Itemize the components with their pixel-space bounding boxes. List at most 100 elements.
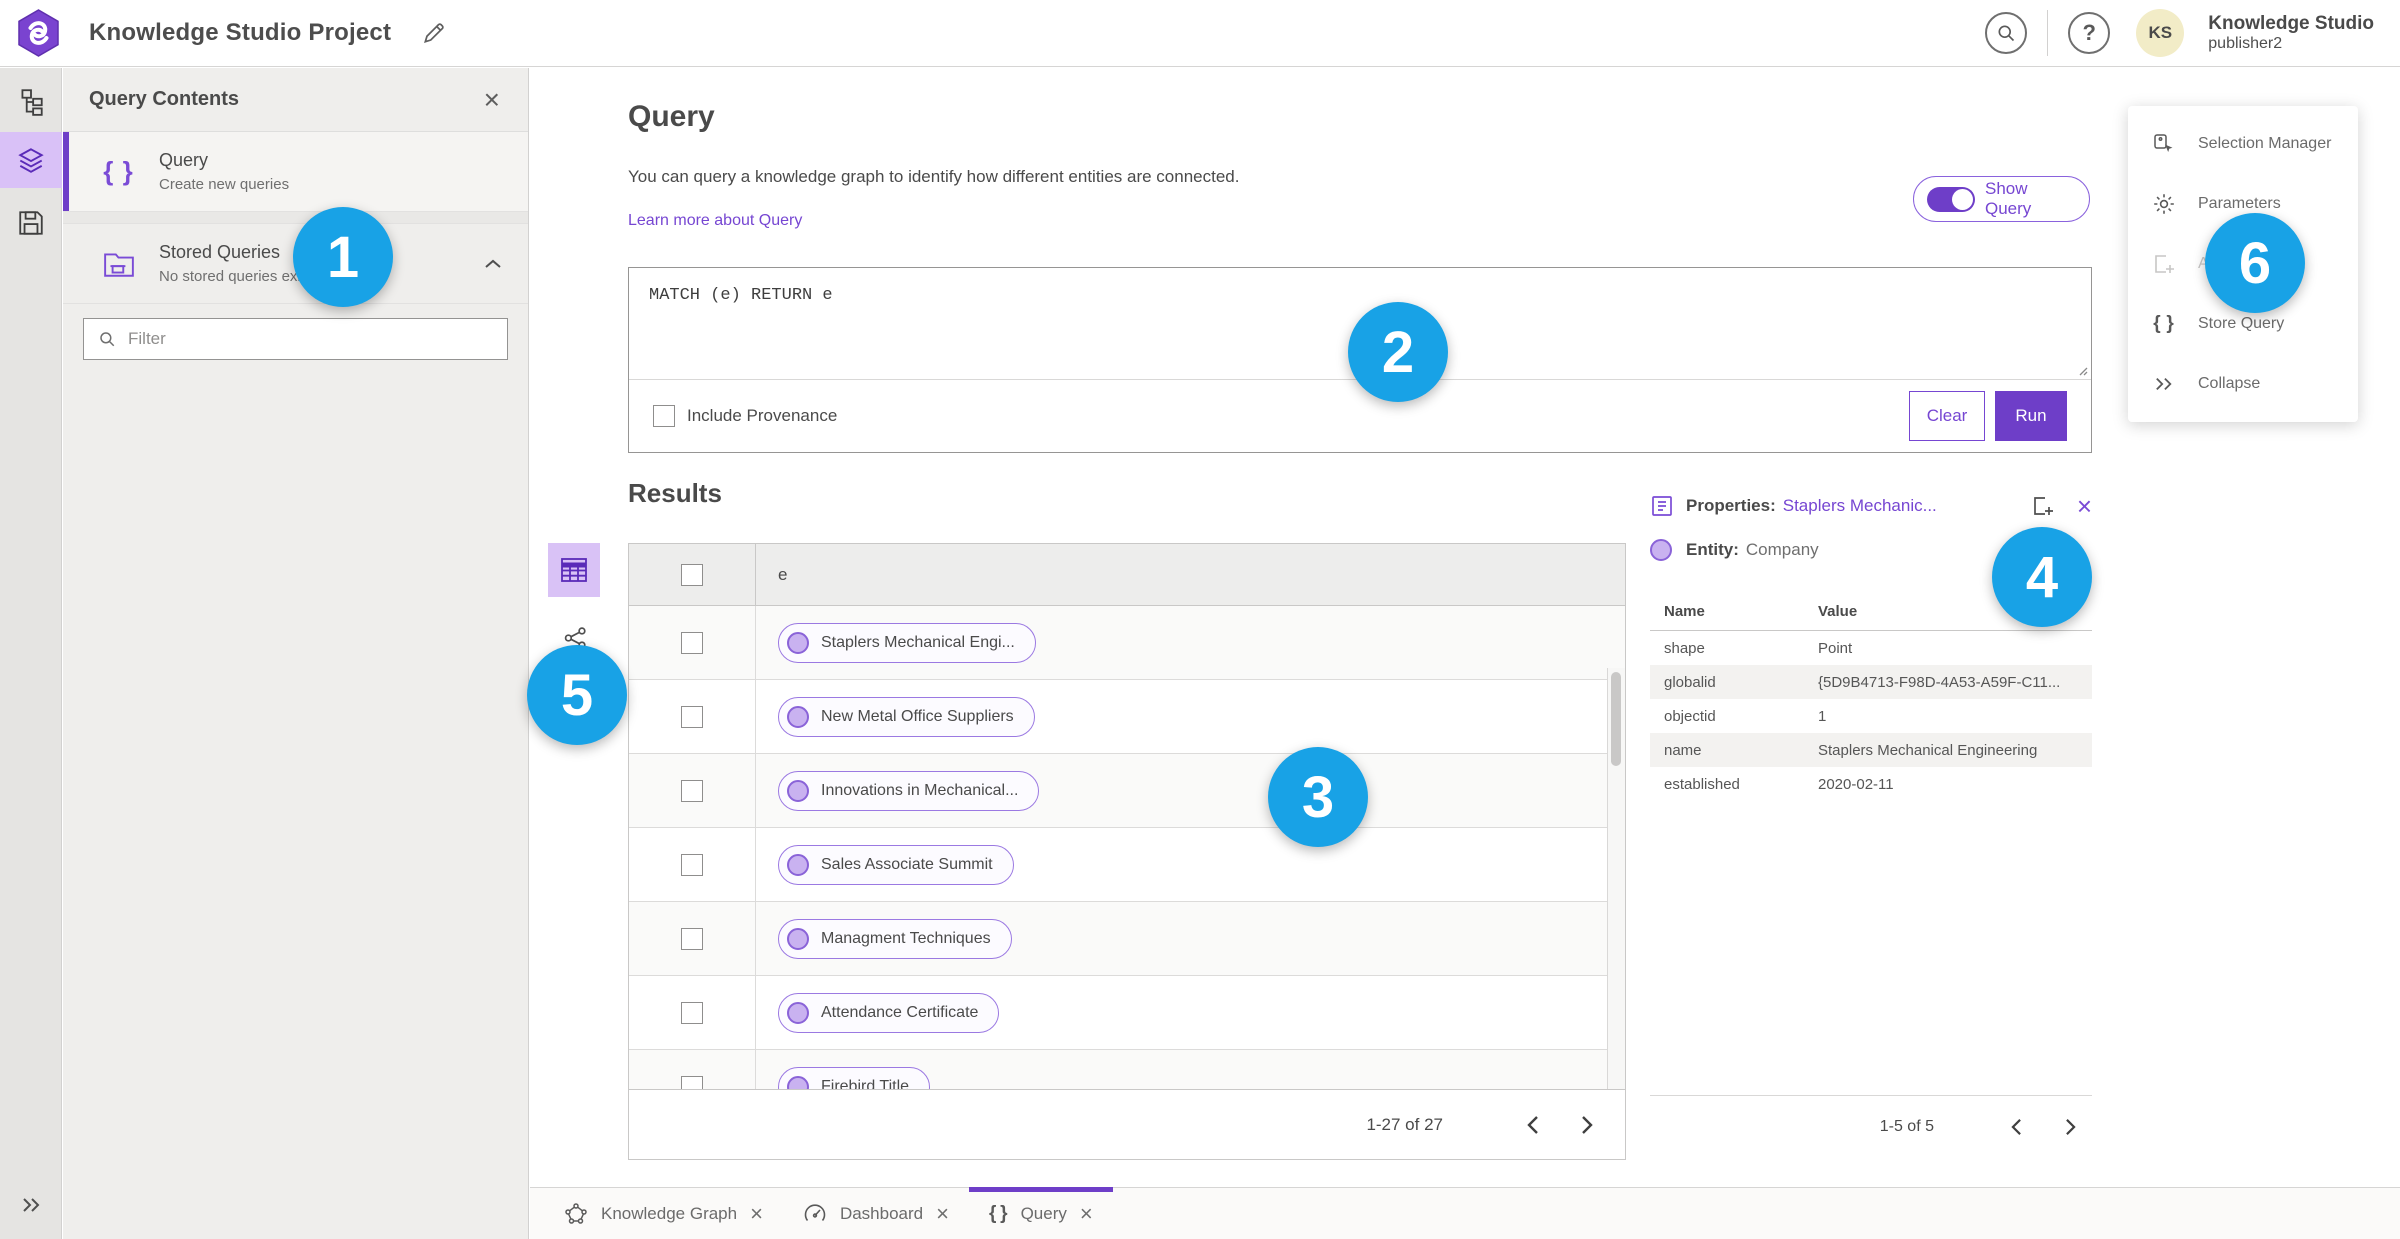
select-all-checkbox[interactable] [681,563,703,586]
close-tab-button[interactable]: × [1080,1202,1093,1225]
table-icon [561,558,587,582]
show-query-toggle[interactable]: Show Query [1913,176,2090,222]
previous-page-button[interactable] [1998,1109,2034,1145]
edit-title-button[interactable] [419,18,449,48]
entity-pill[interactable]: Innovations in Mechanical... [778,770,1040,811]
entity-pill[interactable]: New Metal Office Suppliers [778,696,1035,737]
braces-icon: { } [988,1202,1008,1224]
scrollbar-thumb[interactable] [1611,672,1621,766]
pagination-label: 1-27 of 27 [1366,1114,1443,1134]
table-row[interactable]: Staplers Mechanical Engi... [629,606,1625,680]
close-tab-button[interactable]: × [936,1202,949,1225]
previous-page-button[interactable] [1515,1107,1551,1143]
entity-dot-icon [787,853,809,876]
user-name: Knowledge Studio [2208,12,2374,34]
close-properties-button[interactable]: × [2077,493,2092,519]
tab-knowledge-graph[interactable]: Knowledge Graph × [544,1188,783,1239]
resize-grip-icon[interactable] [2076,364,2088,376]
query-actions-bar: Include Provenance Clear Run [629,379,2091,452]
double-chevron-right-icon [23,1198,40,1212]
tab-label: Dashboard [839,1203,924,1223]
entity-dot-icon [787,927,809,950]
app-logo-icon [16,9,61,57]
properties-entity-link[interactable]: Staplers Mechanic... [1783,496,1937,516]
row-checkbox[interactable] [681,1001,703,1024]
table-row[interactable]: Innovations in Mechanical... [629,754,1625,828]
rail-item-data-model[interactable] [0,74,62,130]
entity-type-dot-icon [1650,539,1672,561]
row-checkbox[interactable] [681,927,703,950]
results-pagination: 1-27 of 27 [629,1089,1625,1159]
toggle-knob [1952,188,1973,210]
table-row[interactable]: Attendance Certificate [629,976,1625,1050]
tab-query[interactable]: { } Query × [968,1187,1113,1239]
menu-item-label: Collapse [2198,375,2261,392]
dashboard-gauge-icon [803,1202,827,1226]
rail-item-layers[interactable] [0,132,62,188]
chevron-up-icon[interactable] [484,258,502,270]
annotation-callout-2: 2 [1348,302,1448,402]
annotation-callout-5: 5 [527,645,627,745]
include-provenance-checkbox[interactable] [653,405,675,427]
header-divider [2047,10,2049,56]
results-table: e Staplers Mechanical Engi... New Metal … [628,543,1626,1160]
entity-pill[interactable]: Sales Associate Summit [778,844,1014,885]
include-provenance-label: Include Provenance [687,406,838,425]
close-tab-button[interactable]: × [750,1202,763,1225]
tab-dashboard[interactable]: Dashboard × [783,1188,969,1239]
header-checkbox-cell [629,544,756,605]
entity-pill[interactable]: Attendance Certificate [778,992,1000,1033]
search-button[interactable] [1985,12,2028,54]
gear-icon [2150,192,2178,216]
page-title: Query [628,100,715,133]
filter-input[interactable] [128,329,493,349]
run-button[interactable]: Run [1995,391,2067,441]
next-page-button[interactable] [2052,1109,2088,1145]
expand-rail-button[interactable] [0,1185,62,1225]
entity-pill[interactable]: Staplers Mechanical Engi... [778,622,1036,663]
table-row[interactable]: Managment Techniques [629,902,1625,976]
close-panel-button[interactable]: × [484,85,500,114]
item-text: Stored Queries No stored queries exist [159,242,312,285]
help-button[interactable]: ? [2068,12,2111,54]
toggle-switch[interactable] [1927,186,1975,212]
results-scrollbar[interactable] [1607,668,1625,1090]
table-view-button[interactable] [548,543,600,597]
filter-field[interactable] [83,318,508,360]
sidebar-item-query[interactable]: { } Query Create new queries [63,132,528,212]
entity-dot-icon [787,1075,809,1090]
chevron-right-icon [2065,1118,2076,1135]
property-row: name Staplers Mechanical Engineering [1650,733,2092,767]
property-row: established 2020-02-11 [1664,775,1894,793]
results-body: Staplers Mechanical Engi... New Metal Of… [629,606,1625,1090]
properties-pagination: 1-5 of 5 [1650,1095,2092,1157]
property-row: shape Point [1664,639,1853,657]
clear-button[interactable]: Clear [1909,391,1985,441]
filter-search-icon [100,332,115,347]
table-row[interactable]: Sales Associate Summit [629,828,1625,902]
chevron-left-icon [2010,1118,2021,1135]
row-checkbox[interactable] [681,853,703,876]
entity-pill[interactable]: Managment Techniques [778,918,1012,959]
properties-icon [1650,494,1674,518]
chevron-right-icon [1582,1115,1593,1134]
rail-item-save[interactable] [0,195,62,251]
menu-item-collapse[interactable]: Collapse [2128,354,2358,414]
menu-item-label: Store Query [2198,315,2285,332]
avatar[interactable]: KS [2136,9,2185,57]
learn-more-link[interactable]: Learn more about Query [628,212,802,230]
row-checkbox[interactable] [681,779,703,802]
row-checkbox[interactable] [681,1075,703,1090]
row-checkbox[interactable] [681,631,703,654]
next-page-button[interactable] [1569,1107,1605,1143]
table-row[interactable]: New Metal Office Suppliers [629,680,1625,754]
table-row[interactable]: Firebird Title [629,1050,1625,1090]
menu-item-label: Parameters [2198,195,2281,212]
menu-item-selection-manager[interactable]: Selection Manager [2128,114,2358,174]
entity-pill[interactable]: Firebird Title [778,1066,931,1090]
tab-label: Query [1020,1203,1067,1223]
add-to-selection-button[interactable] [2031,494,2055,518]
page-description: You can query a knowledge graph to ident… [628,167,1240,186]
braces-icon: { } [103,156,135,186]
row-checkbox[interactable] [681,705,703,728]
